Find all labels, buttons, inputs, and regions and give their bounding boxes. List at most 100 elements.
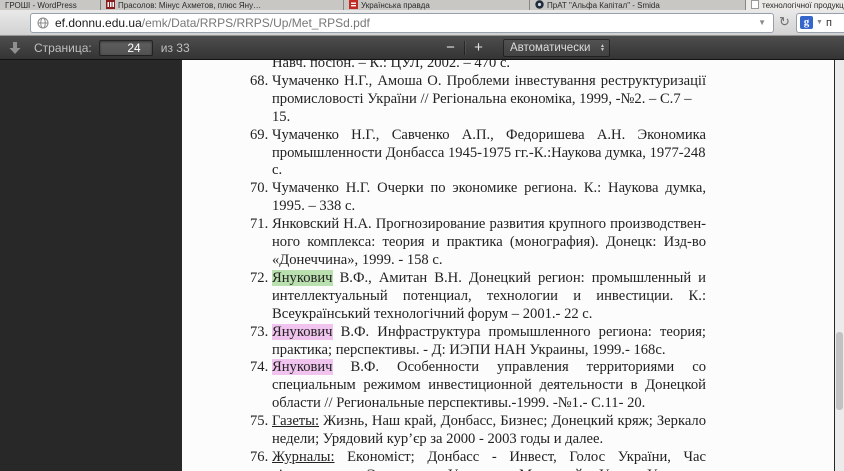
page-icon <box>751 0 759 9</box>
reference-number: 69. <box>250 126 269 143</box>
reference-line: Янковский Н.А. Прогнозирование развития … <box>272 216 706 234</box>
reference-line: 1995. – 338 с. <box>272 198 706 216</box>
zoom-level-select[interactable]: Автоматически ▲ ▼ <box>503 38 610 57</box>
vertical-scrollbar[interactable] <box>835 60 844 471</box>
pdf-toolbar: Страница: из 33 − + Автоматически ▲▼ <box>0 36 844 60</box>
underlined-heading: Журналы: <box>272 448 335 465</box>
reference-line: Всеукраїнський технологічний форум – 200… <box>272 306 706 324</box>
reference-line: Навч. посібн. – К.: ЦУЛ, 2002. – 470 с. <box>272 60 706 73</box>
reference-text: В.Ф. Особенности управления территориями… <box>332 359 707 376</box>
url-path: /emk/Data/RRPS/RRPS/Up/Met_RPSd.pdf <box>141 15 370 30</box>
reference-item: 71. Янковский Н.А. Прогнозирование развит… <box>250 216 706 270</box>
reference-line: ного комплекса: теория и практика (моног… <box>272 234 706 252</box>
reference-text: відродження, Экономика Украины, Меркурий… <box>272 467 706 471</box>
underlined-heading: Газеты: <box>272 413 320 430</box>
up-red-icon <box>349 0 358 9</box>
reference-item: 74. Янукович В.Ф. Особенности управления … <box>250 359 706 413</box>
reference-text: Всеукраїнський технологічний форум – 200… <box>272 305 593 322</box>
reference-text: Чумаченко Н.Г. Очерки по экономике регио… <box>272 180 706 197</box>
reference-text: промисловості України // Регіональна еко… <box>272 90 692 125</box>
reload-button[interactable]: ↻ <box>776 14 793 31</box>
browser-tab-1[interactable]: ГРОШІ - WordPress <box>0 0 101 10</box>
reference-number: 75. <box>250 413 269 430</box>
reference-line: відродження, Экономика Украины, Меркурий… <box>272 467 706 471</box>
reference-line: специальным режимом инвестиционной деяте… <box>272 377 706 395</box>
reference-text: ного комплекса: теория и практика (моног… <box>272 234 706 251</box>
highlight-pink: Янукович <box>272 323 333 340</box>
browser-tab-strip: ГРОШІ - WordPress Прасолов: Мінус Ахмето… <box>0 0 844 10</box>
reference-item: 76. Журналы: Економіст; Донбасс - Инвест,… <box>250 449 706 471</box>
reference-text: интеллектуальный потенциал, технологии и… <box>272 287 706 304</box>
reference-item: Навч. посібн. – К.: ЦУЛ, 2002. – 470 с. <box>272 60 706 73</box>
reference-text: «Донеччина», 1999. - 158 с. <box>272 251 443 268</box>
reference-list: Навч. посібн. – К.: ЦУЛ, 2002. – 470 с. 6… <box>250 60 706 471</box>
browser-tab-4[interactable]: ПрАТ "Альфа Капітал" - Smida <box>530 0 746 10</box>
history-dropdown-icon[interactable]: ▼ <box>755 18 769 27</box>
reference-text: Навч. посібн. – К.: ЦУЛ, 2002. – 470 с. <box>272 60 511 71</box>
google-search-icon: g <box>800 16 813 29</box>
reference-line: области // Региональные перспективы.-199… <box>272 395 706 413</box>
highlight-green: Янукович <box>272 269 333 286</box>
reference-number: 68. <box>250 72 269 89</box>
reference-line: Янукович В.Ф. Особенности управления тер… <box>272 359 706 377</box>
reference-item: 72. Янукович В.Ф., Амитан В.Н. Донецкий р… <box>250 269 706 324</box>
url-domain: ef.donnu.edu.ua <box>55 15 142 30</box>
reference-text: специальным режимом инвестиционной деяте… <box>272 377 706 394</box>
reference-line: Чумаченко Н.Г. Очерки по экономике регио… <box>272 180 706 198</box>
highlight-pink: Янукович <box>272 359 333 376</box>
reference-line: Журналы: Економіст; Донбасс - Инвест, Го… <box>272 449 706 467</box>
url-text: ef.donnu.edu.ua/emk/Data/RRPS/RRPS/Up/Me… <box>55 16 370 30</box>
zoom-out-button[interactable]: − <box>437 37 464 59</box>
zoom-controls: − + Автоматически ▲ ▼ <box>437 36 610 59</box>
reference-number: 76. <box>250 448 269 465</box>
tab-title: Українська правда <box>361 1 430 10</box>
browser-tab-3[interactable]: Українська правда <box>344 0 530 10</box>
reference-text: В.Ф. Инфраструктура промышленного регион… <box>332 323 706 340</box>
url-bar[interactable]: ef.donnu.edu.ua/emk/Data/RRPS/RRPS/Up/Me… <box>30 12 774 33</box>
reference-line: Янукович В.Ф., Амитан В.Н. Донецкий реги… <box>272 269 706 288</box>
address-bar-row: ef.donnu.edu.ua/emk/Data/RRPS/RRPS/Up/Me… <box>0 10 844 36</box>
reference-item: 68. Чумаченко Н.Г., Амоша О. Проблеми інв… <box>250 73 706 127</box>
reference-item: 75. Газеты: Жизнь, Наш край, Донбасс, Биз… <box>250 413 706 449</box>
reference-line: «Донеччина», 1999. - 158 с. <box>272 252 706 270</box>
search-input[interactable]: g ▼ п <box>796 12 844 33</box>
pdf-viewer: Навч. посібн. – К.: ЦУЛ, 2002. – 470 с. 6… <box>0 60 844 471</box>
down-arrow-icon[interactable] <box>8 41 22 55</box>
scrollbar-thumb[interactable] <box>836 332 843 410</box>
reference-line: Янукович В.Ф. Инфраструктура промышленно… <box>272 323 706 342</box>
search-engine-dropdown-icon[interactable]: ▼ <box>816 19 823 26</box>
reference-line: промисловості України // Регіональна еко… <box>272 91 706 127</box>
reference-number: 74. <box>250 359 269 376</box>
page-number-input[interactable] <box>98 39 153 56</box>
reference-line: Чумаченко Н.Г., Амоша О. Проблеми інвест… <box>272 73 706 91</box>
browser-tab-2[interactable]: Прасолов: Мінус Ахметов, плюс Яну… <box>101 0 344 10</box>
reference-number: 72. <box>250 269 269 286</box>
tab-title: ГРОШІ - WordPress <box>5 1 77 10</box>
reference-line: интеллектуальный потенциал, технологии и… <box>272 288 706 306</box>
reference-text: недели; Урядовий кур’єр за 2000 - 2003 г… <box>272 431 604 448</box>
reference-number: 73. <box>250 323 269 340</box>
globe-icon <box>37 17 49 29</box>
columns-icon <box>106 0 115 9</box>
dark-circle-icon <box>535 0 544 9</box>
tab-title: Прасолов: Мінус Ахметов, плюс Яну… <box>118 1 262 10</box>
reference-text: 1995. – 338 с. <box>272 198 356 215</box>
zoom-in-button[interactable]: + <box>465 37 492 59</box>
reference-text: области // Региональные перспективы.-199… <box>272 395 646 412</box>
search-text: п <box>825 16 832 29</box>
page-total: из 33 <box>160 40 190 55</box>
browser-tab-5[interactable]: технологічної продукції з ла… <box>746 0 844 10</box>
zoom-level-value: Автоматически <box>510 41 591 54</box>
reference-text: Економіст; Донбасс - Инвест, Голос Украї… <box>334 448 706 465</box>
reference-item: 70. Чумаченко Н.Г. Очерки по экономике ре… <box>250 180 706 216</box>
pdf-page: Навч. посібн. – К.: ЦУЛ, 2002. – 470 с. 6… <box>182 60 834 471</box>
reference-line: промышленности Донбасса 1945-1975 гг.-К.… <box>272 145 706 181</box>
reference-line: практика; перспективы. - Д: ИЭПИ НАН Укр… <box>272 342 706 360</box>
page-label: Страница: <box>34 40 92 55</box>
reference-text: Жизнь, Наш край, Донбасс, Бизнес; Донецк… <box>319 413 706 430</box>
reference-item: 73. Янукович В.Ф. Инфраструктура промышле… <box>250 323 706 360</box>
reference-text: промышленности Донбасса 1945-1975 гг.-К.… <box>272 144 706 179</box>
tab-title: ПрАТ "Альфа Капітал" - Smida <box>547 1 660 10</box>
select-spinner-icon: ▲ ▼ <box>600 42 605 53</box>
reference-item: 69. Чумаченко Н.Г., Савченко А.П., Федори… <box>250 127 706 181</box>
